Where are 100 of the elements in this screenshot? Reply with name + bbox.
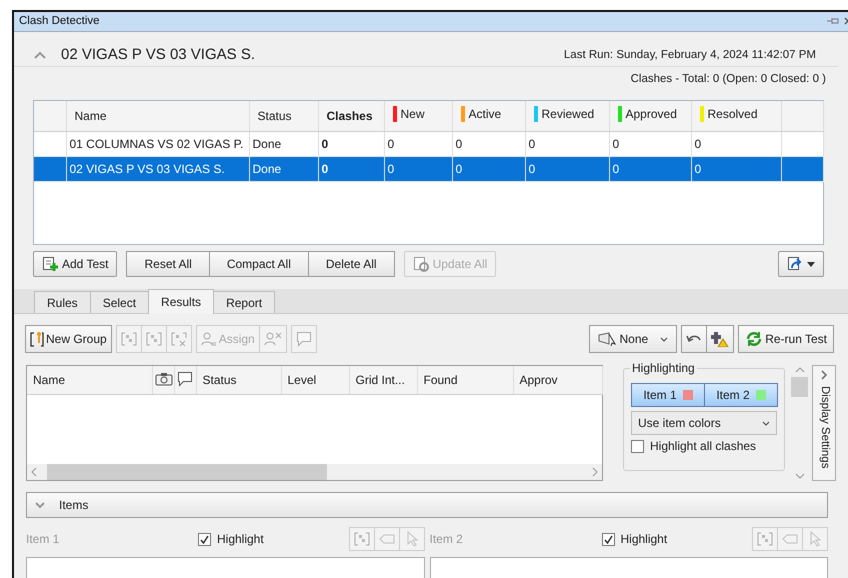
item-toggle[interactable]: Item 1 bbox=[631, 383, 705, 408]
chevron-down-icon bbox=[762, 420, 770, 426]
test-title: 02 VIGAS P VS 03 VIGAS S. bbox=[61, 46, 255, 64]
item-label: Item 2 bbox=[430, 532, 464, 546]
chevron-down-icon bbox=[794, 473, 804, 480]
table-cell: 0 bbox=[384, 156, 452, 182]
checkbox[interactable] bbox=[602, 532, 614, 546]
plus-warning-icon bbox=[711, 331, 730, 348]
column-header[interactable]: Approved bbox=[609, 100, 691, 132]
table-row[interactable]: 02 VIGAS P VS 03 VIGAS S. Done 0 0 0 0 0 0 bbox=[34, 156, 823, 182]
undo-button[interactable] bbox=[681, 325, 708, 354]
bracket-figure-icon bbox=[30, 331, 44, 348]
column-header[interactable]: Status bbox=[249, 100, 318, 132]
display-settings-tab[interactable]: Display Settings bbox=[812, 365, 836, 482]
tab[interactable]: Results bbox=[148, 289, 214, 314]
column-header[interactable]: Clashes bbox=[318, 100, 384, 132]
group-button[interactable] bbox=[348, 527, 374, 551]
bracket-icon bbox=[120, 331, 137, 348]
pointer-icon bbox=[406, 531, 418, 547]
tab[interactable]: Rules bbox=[34, 291, 91, 314]
color-mode-dropdown[interactable]: Use item colors bbox=[631, 411, 777, 436]
table-cell: 0 bbox=[691, 156, 781, 182]
tab[interactable]: Select bbox=[90, 291, 150, 314]
chevron-left-icon bbox=[31, 467, 37, 478]
clash-summary: Clashes - Total: 0 (Open: 0 Closed: 0 ) bbox=[630, 72, 826, 85]
table-cell: 02 VIGAS P VS 03 VIGAS S. bbox=[66, 156, 249, 182]
caret-up-icon bbox=[34, 50, 46, 59]
chevron-right-icon bbox=[820, 370, 828, 380]
tag-button[interactable] bbox=[777, 527, 803, 551]
rerun-test-button[interactable]: Re-run Test bbox=[738, 325, 834, 354]
table-cell: 0 bbox=[525, 131, 609, 156]
vertical-scrollbar[interactable] bbox=[791, 365, 808, 482]
item-toggle[interactable]: Item 2 bbox=[704, 383, 778, 408]
horizontal-scrollbar[interactable] bbox=[27, 464, 602, 480]
checkbox-label: Highlight bbox=[620, 532, 668, 546]
check-icon bbox=[200, 534, 209, 544]
checkbox[interactable] bbox=[631, 440, 644, 453]
checkbox-label: Highlight all clashes bbox=[650, 439, 756, 454]
select-button[interactable] bbox=[398, 527, 424, 551]
column-header[interactable]: Name bbox=[66, 100, 249, 132]
table-cell: Done bbox=[249, 131, 318, 156]
tag-icon bbox=[378, 533, 394, 545]
document-plus-icon bbox=[42, 256, 58, 272]
filter-dropdown[interactable]: None bbox=[588, 325, 678, 354]
checkbox-label: Highlight bbox=[217, 532, 264, 546]
table-cell: 0 bbox=[691, 131, 781, 156]
person-icon bbox=[200, 331, 217, 348]
table-cell: 0 bbox=[452, 131, 525, 156]
check-icon bbox=[604, 534, 612, 544]
column-header[interactable]: Grid Int... bbox=[349, 366, 417, 395]
speech-bubble-icon bbox=[176, 370, 192, 387]
toolbar-button[interactable]: Reset All bbox=[126, 251, 210, 278]
column-header[interactable]: Approv bbox=[513, 366, 602, 395]
table-row[interactable]: 01 COLUMNAS VS 02 VIGAS P. Done 0 0 0 0 0 0 bbox=[34, 131, 823, 156]
column-header[interactable]: Active bbox=[452, 100, 525, 132]
table-cell: 0 bbox=[318, 131, 384, 156]
table-cell: 0 bbox=[609, 131, 691, 156]
column-header[interactable]: Status bbox=[196, 366, 281, 395]
column-header[interactable]: Resolved bbox=[691, 100, 781, 132]
bracket-icon bbox=[757, 531, 773, 547]
table-cell: 0 bbox=[525, 156, 609, 182]
pointer-icon bbox=[598, 331, 618, 348]
bracket-icon bbox=[146, 331, 162, 348]
scrollbar-thumb[interactable] bbox=[791, 377, 808, 398]
tab[interactable]: Report bbox=[213, 291, 276, 314]
caret-down-icon bbox=[807, 262, 815, 267]
checkbox[interactable] bbox=[198, 532, 211, 546]
table-cell: 0 bbox=[318, 156, 384, 182]
plus-warning-button[interactable] bbox=[706, 325, 734, 354]
chevron-down-icon bbox=[35, 502, 45, 509]
scrollbar-thumb[interactable] bbox=[47, 464, 327, 480]
item-label: Item 1 bbox=[26, 532, 60, 546]
bracket-icon bbox=[354, 531, 370, 547]
toolbar-button[interactable]: Delete All bbox=[308, 251, 395, 278]
export-button[interactable] bbox=[778, 251, 824, 278]
new-group-button[interactable]: New Group bbox=[25, 325, 112, 354]
pin-icon bbox=[826, 16, 840, 26]
column-header[interactable]: Name bbox=[27, 366, 152, 395]
table-cell: 0 bbox=[609, 156, 691, 182]
column-header[interactable]: New bbox=[384, 100, 452, 132]
items-section-header[interactable]: Items bbox=[26, 492, 828, 518]
group-button[interactable] bbox=[752, 527, 778, 551]
bracket-x-icon bbox=[170, 331, 187, 348]
document-arrow-icon bbox=[787, 256, 803, 272]
select-button[interactable] bbox=[802, 527, 828, 551]
table-cell: 0 bbox=[384, 131, 452, 156]
add-test-button[interactable]: Add Test bbox=[33, 251, 118, 278]
table-cell: 0 bbox=[452, 156, 525, 182]
chevron-right-icon bbox=[592, 467, 598, 478]
chevron-up-icon bbox=[794, 367, 804, 374]
column-header[interactable]: Level bbox=[281, 366, 349, 395]
speech-bubble-icon bbox=[296, 331, 312, 348]
last-run-text: Last Run: Sunday, February 4, 2024 11:42:07 PM bbox=[564, 48, 816, 61]
tag-button[interactable] bbox=[374, 527, 400, 551]
window-title: Clash Detective bbox=[19, 15, 100, 28]
column-header[interactable]: Reviewed bbox=[525, 100, 609, 132]
group-title: Highlighting bbox=[630, 361, 697, 376]
column-header[interactable]: Found bbox=[417, 366, 513, 395]
chevron-down-icon bbox=[660, 336, 668, 342]
toolbar-button[interactable]: Compact All bbox=[208, 251, 309, 278]
